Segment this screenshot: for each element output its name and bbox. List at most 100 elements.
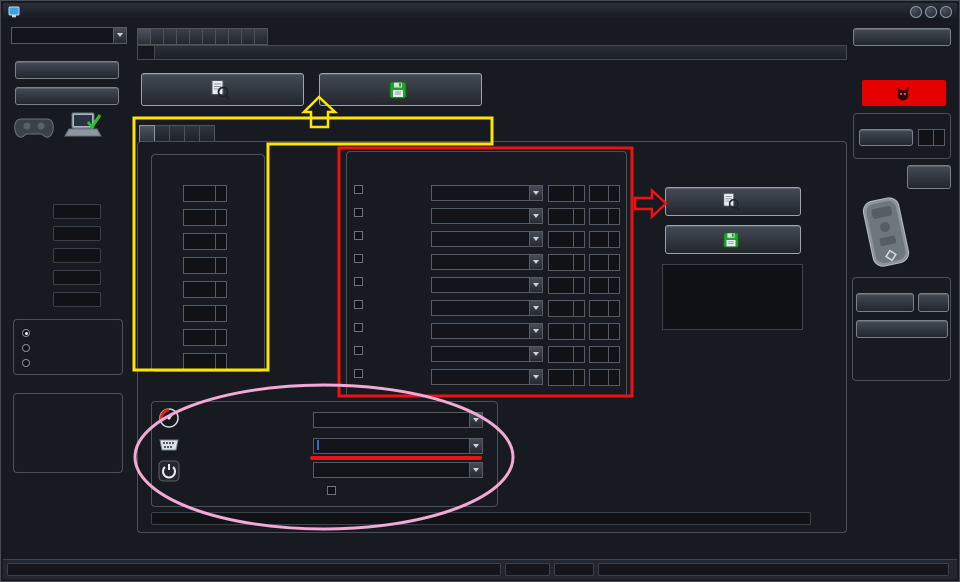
maximize-button[interactable] <box>925 5 937 18</box>
param-checkbox[interactable] <box>354 254 363 263</box>
spinner-value[interactable] <box>590 255 608 270</box>
param-number-spinner[interactable] <box>589 208 620 225</box>
group-spinner[interactable] <box>183 329 227 346</box>
spinner-value[interactable] <box>549 301 573 316</box>
spinner-value[interactable] <box>549 324 573 339</box>
param-number-spinner[interactable] <box>589 185 620 202</box>
param-group-spinner[interactable] <box>548 300 585 317</box>
param-ecu-select[interactable] <box>431 208 543 224</box>
param-checkbox[interactable] <box>354 231 363 240</box>
diag-mode-select[interactable] <box>313 438 483 454</box>
group-spinner[interactable] <box>183 185 227 202</box>
dropdown-arrow-icon[interactable] <box>529 324 542 338</box>
right-disconnect-button[interactable] <box>853 28 951 46</box>
group-spinner[interactable] <box>183 257 227 274</box>
spinner-value[interactable] <box>549 232 573 247</box>
tab-ecu-motor[interactable] <box>139 125 155 142</box>
param-group-spinner[interactable] <box>548 369 585 386</box>
tab-air-suspension[interactable] <box>200 125 215 142</box>
tab-maintenance[interactable] <box>255 28 268 45</box>
tab-extra-coding[interactable] <box>164 28 177 45</box>
disconnect-button[interactable] <box>15 87 119 105</box>
spinner-value[interactable] <box>919 130 933 145</box>
spinner-value[interactable] <box>549 186 573 201</box>
long-reset-button[interactable] <box>856 293 914 312</box>
analog-fuel-checkbox[interactable] <box>327 486 336 495</box>
spinner-value[interactable] <box>549 255 573 270</box>
spinner-value[interactable] <box>590 186 608 201</box>
spinner-value[interactable] <box>549 347 573 362</box>
param-number-spinner[interactable] <box>589 254 620 271</box>
spinner-value[interactable] <box>184 258 215 273</box>
turbo-boost-select[interactable] <box>313 412 483 428</box>
tab-user-calibration[interactable] <box>242 28 255 45</box>
tab-screen-setup[interactable] <box>151 28 164 45</box>
spinner-value[interactable] <box>184 282 215 297</box>
tab-pdc[interactable] <box>478 46 494 59</box>
tab-turbotimer[interactable] <box>177 28 190 45</box>
tab-installer[interactable] <box>229 28 242 45</box>
param-group-spinner[interactable] <box>548 231 585 248</box>
dropdown-arrow-icon[interactable] <box>529 255 542 269</box>
dropdown-arrow-icon[interactable] <box>529 347 542 361</box>
dropdown-arrow-icon[interactable] <box>529 209 542 223</box>
param-checkbox[interactable] <box>354 185 363 194</box>
save-button[interactable] <box>665 225 801 254</box>
tab-autodiag-setup[interactable] <box>138 46 155 59</box>
param-number-spinner[interactable] <box>589 346 620 363</box>
dropdown-arrow-icon[interactable] <box>469 463 482 477</box>
param-ecu-select[interactable] <box>431 185 543 201</box>
dropdown-arrow-icon[interactable] <box>529 301 542 315</box>
tab-desktop[interactable] <box>190 28 203 45</box>
dropdown-arrow-icon[interactable] <box>529 186 542 200</box>
dropdown-arrow-icon[interactable] <box>469 439 482 453</box>
spinner-value[interactable] <box>184 234 215 249</box>
param-checkbox[interactable] <box>354 323 363 332</box>
spinner-value[interactable] <box>184 210 215 225</box>
tab-at[interactable] <box>155 125 170 142</box>
param-checkbox[interactable] <box>354 346 363 355</box>
com-port-select[interactable] <box>11 27 127 44</box>
open-doors-button[interactable] <box>859 129 913 146</box>
fob-down-button[interactable] <box>923 237 951 267</box>
param-number-spinner[interactable] <box>589 323 620 340</box>
spinner-value[interactable] <box>590 370 608 385</box>
param-checkbox[interactable] <box>354 208 363 217</box>
radio-wifi[interactable] <box>22 357 34 369</box>
dropdown-arrow-icon[interactable] <box>529 278 542 292</box>
param-number-spinner[interactable] <box>589 300 620 317</box>
param-group-spinner[interactable] <box>548 346 585 363</box>
connect-button[interactable] <box>15 61 119 79</box>
minimize-button[interactable] <box>910 5 922 18</box>
tab-imz-disk-image-loader[interactable] <box>203 28 216 45</box>
param-checkbox[interactable] <box>354 369 363 378</box>
group-spinner[interactable] <box>183 281 227 298</box>
param-checkbox[interactable] <box>354 300 363 309</box>
long-reset-long-button[interactable] <box>918 293 949 312</box>
param-ecu-select[interactable] <box>431 254 543 270</box>
group-spinner[interactable] <box>183 209 227 226</box>
spinner-value[interactable] <box>184 354 215 369</box>
spinner-value[interactable] <box>590 324 608 339</box>
param-ecu-select[interactable] <box>431 369 543 385</box>
fob-up-button[interactable] <box>923 199 951 229</box>
dropdown-arrow-icon[interactable] <box>469 413 482 427</box>
spinner-value[interactable] <box>184 306 215 321</box>
param-group-spinner[interactable] <box>548 208 585 225</box>
tab-config[interactable] <box>137 28 151 45</box>
param-checkbox[interactable] <box>354 277 363 286</box>
param-ecu-select[interactable] <box>431 231 543 247</box>
param-group-spinner[interactable] <box>548 323 585 340</box>
dropdown-arrow-icon[interactable] <box>113 28 126 43</box>
spinner-value[interactable] <box>590 278 608 293</box>
doors-count-spinner[interactable] <box>918 129 945 146</box>
param-group-spinner[interactable] <box>548 277 585 294</box>
group-spinner[interactable] <box>183 353 227 370</box>
param-group-spinner[interactable] <box>548 185 585 202</box>
titlebar[interactable] <box>3 3 957 20</box>
param-group-spinner[interactable] <box>548 254 585 271</box>
right-connect-button[interactable] <box>856 320 948 338</box>
param-ecu-select[interactable] <box>431 346 543 362</box>
close-button[interactable] <box>940 5 952 18</box>
spinner-value[interactable] <box>184 186 215 201</box>
